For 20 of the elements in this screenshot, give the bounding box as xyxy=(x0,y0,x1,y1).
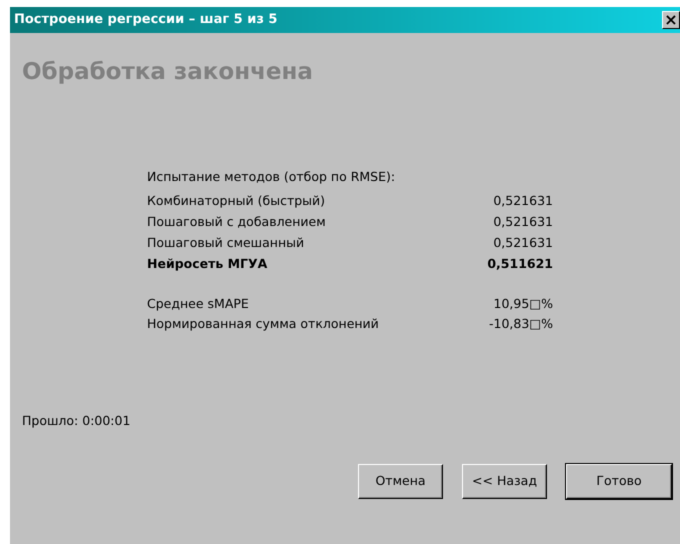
metric-value: -10,83□% xyxy=(489,315,553,334)
methods-caption: Испытание методов (отбор по RMSE): xyxy=(147,168,396,186)
method-name: Нейросеть МГУА xyxy=(147,254,268,273)
method-name: Пошаговый с добавлением xyxy=(147,212,326,231)
method-score: 0,521631 xyxy=(493,212,553,231)
method-score: 0,521631 xyxy=(493,192,553,210)
heading: Обработка закончена xyxy=(22,58,314,87)
dialog-button[interactable]: Отмена xyxy=(358,464,443,500)
method-score: 0,511621 xyxy=(487,254,553,273)
elapsed-time: Прошло: 0:00:01 xyxy=(22,412,132,430)
method-name: Пошаговый смешанный xyxy=(147,234,304,252)
close-button[interactable]: × xyxy=(662,11,680,29)
dialog-button[interactable]: << Назад xyxy=(462,464,547,500)
dialog-button[interactable]: Готово xyxy=(566,464,672,500)
metric-name: Среднее sMAPE xyxy=(147,295,249,314)
metric-value: 10,95□% xyxy=(494,295,553,314)
metric-name: Нормированная сумма отклонений xyxy=(147,315,379,334)
method-score: 0,521631 xyxy=(493,234,553,252)
method-name: Комбинаторный (быстрый) xyxy=(147,192,326,210)
window-title: Построение регрессии – шаг 5 из 5 xyxy=(14,11,278,30)
